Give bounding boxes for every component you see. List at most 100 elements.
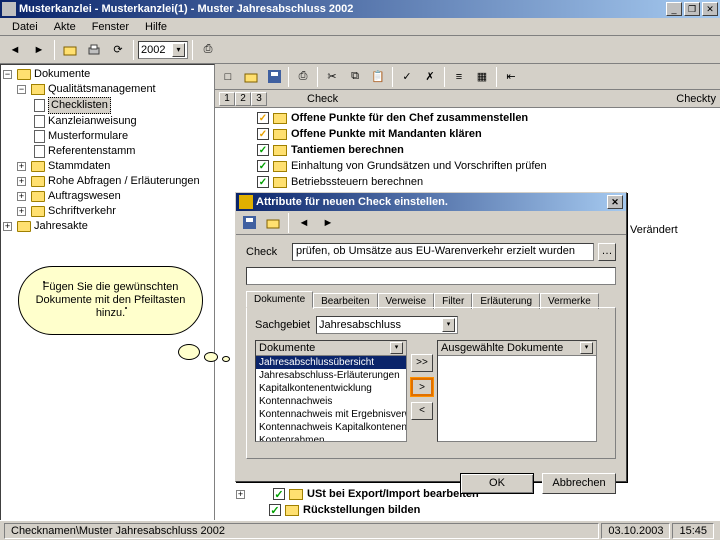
- chevron-down-icon[interactable]: ▾: [580, 342, 593, 354]
- chevron-down-icon[interactable]: ▾: [390, 342, 403, 354]
- tree-group[interactable]: +Rohe Abfragen / Erläuterungen: [3, 174, 212, 189]
- list-item[interactable]: Jahresabschluss-Erläuterungen: [256, 369, 406, 382]
- save-icon[interactable]: [263, 66, 285, 88]
- chevron-down-icon[interactable]: ▾: [442, 318, 455, 332]
- save-icon[interactable]: [238, 212, 260, 234]
- refresh-button[interactable]: ⟳: [107, 39, 129, 61]
- expand-icon[interactable]: +: [17, 177, 26, 186]
- year-combo[interactable]: 2002 ▾: [138, 41, 188, 59]
- tree-item[interactable]: Checklisten: [3, 97, 212, 114]
- prev-icon[interactable]: ◄: [293, 212, 315, 234]
- close-button[interactable]: ✕: [702, 2, 718, 16]
- open-icon[interactable]: [262, 212, 284, 234]
- callout-text: Fügen Sie die gewünschten Dokumente mit …: [18, 266, 203, 335]
- folder-icon: [273, 161, 287, 172]
- check-icon[interactable]: ✓: [396, 66, 418, 88]
- tree-root[interactable]: −Dokumente: [3, 67, 212, 82]
- minimize-button[interactable]: _: [666, 2, 682, 16]
- tree-group[interactable]: −Qualitätsmanagement: [3, 82, 212, 97]
- menu-datei[interactable]: Datei: [4, 19, 46, 35]
- list-item[interactable]: Kontennachweis: [256, 395, 406, 408]
- copy-icon[interactable]: ⧉: [344, 66, 366, 88]
- cancel-button[interactable]: Abbrechen: [542, 473, 616, 494]
- folder-icon: [17, 69, 31, 80]
- level-3-button[interactable]: 3: [251, 92, 267, 106]
- folder-icon: [17, 221, 31, 232]
- open-button[interactable]: [59, 39, 81, 61]
- grid-icon[interactable]: ▦: [471, 66, 493, 88]
- level-1-button[interactable]: 1: [219, 92, 235, 106]
- menu-hilfe[interactable]: Hilfe: [137, 19, 175, 35]
- check-desc-input[interactable]: [246, 267, 616, 285]
- check-text: Betriebssteuern berechnen: [291, 176, 423, 188]
- list-item[interactable]: Kontennachweis Kapitalkontenentwicklung: [256, 421, 406, 434]
- tool-extra[interactable]: ⎙: [197, 39, 219, 61]
- list-item[interactable]: Kapitalkontenentwicklung: [256, 382, 406, 395]
- check-text: Offene Punkte für den Chef zusammenstell…: [291, 112, 528, 124]
- title-bar: Musterkanzlei - Musterkanzlei(1) - Muste…: [0, 0, 720, 18]
- separator: [444, 67, 445, 87]
- ok-button[interactable]: OK: [460, 473, 534, 494]
- folder-icon: [31, 206, 45, 217]
- open-icon[interactable]: [240, 66, 262, 88]
- list-icon[interactable]: ≡: [448, 66, 470, 88]
- list-item[interactable]: Kontenrahmen: [256, 434, 406, 442]
- nav-back-button[interactable]: ◄: [4, 39, 26, 61]
- paste-icon[interactable]: 📋: [367, 66, 389, 88]
- tree-group[interactable]: +Stammdaten: [3, 159, 212, 174]
- browse-button[interactable]: …: [598, 243, 616, 261]
- folder-icon: [31, 84, 45, 95]
- check-input[interactable]: prüfen, ob Umsätze aus EU-Warenverkehr e…: [292, 243, 594, 261]
- tree-item[interactable]: Referentenstamm: [3, 144, 212, 159]
- print-icon[interactable]: ⎙: [292, 66, 314, 88]
- collapse-icon[interactable]: −: [17, 85, 26, 94]
- list-item[interactable]: Kontennachweis mit Ergebnisverwendung: [256, 408, 406, 421]
- cut-icon[interactable]: ✂: [321, 66, 343, 88]
- tree-root2[interactable]: +Jahresakte: [3, 219, 212, 234]
- collapse-icon[interactable]: −: [3, 70, 12, 79]
- separator: [192, 40, 193, 60]
- move-right-button[interactable]: >: [411, 378, 433, 396]
- chevron-down-icon[interactable]: ▾: [172, 43, 185, 57]
- folder-icon: [273, 113, 287, 124]
- status-date: 03.10.2003: [601, 523, 670, 539]
- print-button[interactable]: [83, 39, 105, 61]
- available-docs-list[interactable]: Dokumente▾ JahresabschlussübersichtJahre…: [255, 340, 407, 442]
- main-toolbar: ◄ ► ⟳ 2002 ▾ ⎙: [0, 36, 720, 64]
- callout: Fügen Sie die gewünschten Dokumente mit …: [18, 266, 203, 335]
- expand-icon[interactable]: +: [17, 162, 26, 171]
- expand-icon[interactable]: +: [17, 192, 26, 201]
- tree-group[interactable]: +Auftragswesen: [3, 189, 212, 204]
- move-all-right-button[interactable]: >>: [411, 354, 433, 372]
- selected-docs-list[interactable]: Ausgewählte Dokumente ▾: [437, 340, 597, 442]
- tree-item[interactable]: Kanzleianweisung: [3, 114, 212, 129]
- check-icon: ✓: [269, 504, 281, 516]
- tree-item[interactable]: Musterformulare: [3, 129, 212, 144]
- expand-icon[interactable]: +: [17, 207, 26, 216]
- doc-icon: [34, 130, 45, 143]
- maximize-button[interactable]: ❐: [684, 2, 700, 16]
- column-checktype: Checkty: [676, 93, 716, 105]
- next-icon[interactable]: ►: [317, 212, 339, 234]
- tab-dokumente[interactable]: Dokumente: [246, 291, 313, 308]
- window-title: Musterkanzlei - Musterkanzlei(1) - Muste…: [19, 3, 664, 15]
- dialog-title: Attribute für neuen Check einstellen.: [256, 196, 448, 208]
- check-text[interactable]: Rückstellungen bilden: [303, 504, 420, 516]
- menu-akte[interactable]: Akte: [46, 19, 84, 35]
- dialog-close-button[interactable]: ✕: [607, 195, 623, 209]
- new-icon[interactable]: □: [217, 66, 239, 88]
- app-icon: [2, 2, 16, 16]
- uncheck-icon[interactable]: ✗: [419, 66, 441, 88]
- level-2-button[interactable]: 2: [235, 92, 251, 106]
- exit-icon[interactable]: ⇤: [500, 66, 522, 88]
- nav-fwd-button[interactable]: ►: [28, 39, 50, 61]
- callout-bubble: [222, 356, 230, 362]
- move-left-button[interactable]: <: [411, 402, 433, 420]
- move-buttons: >> > <: [411, 340, 433, 442]
- list-item[interactable]: Jahresabschlussübersicht: [256, 356, 406, 369]
- list-header: Ausgewählte Dokumente: [441, 342, 563, 354]
- tree-group[interactable]: +Schriftverkehr: [3, 204, 212, 219]
- expand-icon[interactable]: +: [3, 222, 12, 231]
- sachgebiet-combo[interactable]: Jahresabschluss ▾: [316, 316, 458, 334]
- menu-fenster[interactable]: Fenster: [84, 19, 137, 35]
